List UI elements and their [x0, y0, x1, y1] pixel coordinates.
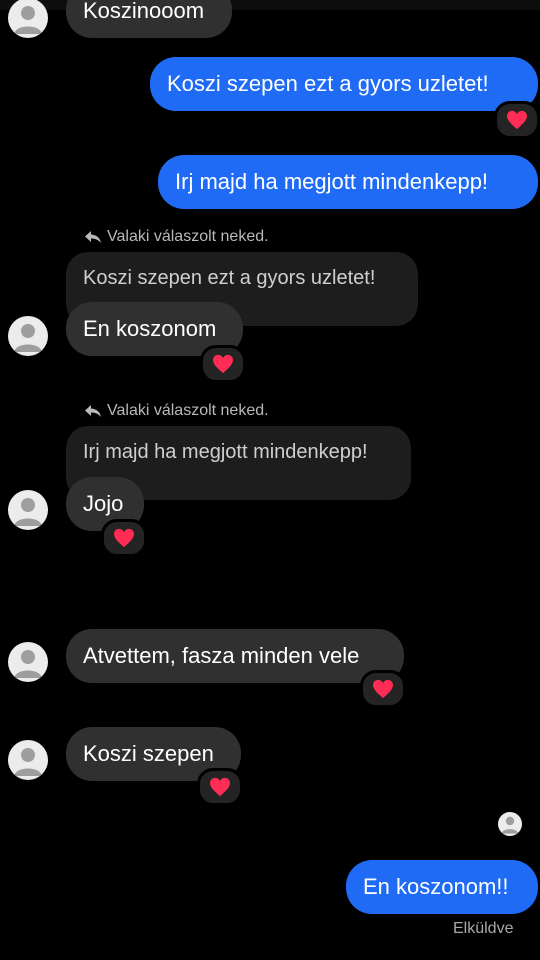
message-bubble-outgoing[interactable]: En koszonom!! [346, 860, 538, 914]
reply-arrow-icon [85, 231, 101, 243]
default-avatar-icon [14, 324, 42, 352]
message-bubble-outgoing[interactable]: Koszi szepen ezt a gyors uzletet! [150, 57, 538, 111]
reaction-badge[interactable] [101, 519, 147, 557]
reply-indicator-label: Valaki válaszolt neked. [107, 228, 269, 245]
contact-avatar[interactable] [8, 0, 48, 38]
reply-indicator-label: Valaki válaszolt neked. [107, 402, 269, 419]
heart-icon [213, 354, 233, 374]
default-avatar-icon [14, 650, 42, 678]
heart-icon [507, 110, 527, 130]
reaction-badge[interactable] [494, 101, 540, 139]
reply-indicator: Valaki válaszolt neked. [84, 402, 269, 420]
reply-arrow-icon [85, 405, 101, 417]
contact-avatar[interactable] [8, 740, 48, 780]
default-avatar-icon [14, 6, 42, 34]
reply-indicator: Valaki válaszolt neked. [84, 228, 269, 246]
default-avatar-icon [14, 498, 42, 526]
reaction-badge[interactable] [360, 670, 406, 708]
heart-icon [373, 679, 393, 699]
delivery-status: Elküldve [453, 920, 514, 937]
message-bubble-outgoing[interactable]: Irj majd ha megjott mindenkepp! [158, 155, 538, 209]
heart-icon [114, 528, 134, 548]
default-avatar-icon [501, 816, 519, 834]
message-bubble-incoming[interactable]: Atvettem, fasza minden vele [66, 629, 404, 683]
message-bubble-incoming[interactable]: Koszinooom [66, 0, 232, 38]
read-receipt-avatar [498, 812, 522, 836]
reaction-badge[interactable] [197, 768, 243, 806]
default-avatar-icon [14, 748, 42, 776]
heart-icon [210, 777, 230, 797]
reaction-badge[interactable] [200, 345, 246, 383]
contact-avatar[interactable] [8, 490, 48, 530]
contact-avatar[interactable] [8, 316, 48, 356]
contact-avatar[interactable] [8, 642, 48, 682]
